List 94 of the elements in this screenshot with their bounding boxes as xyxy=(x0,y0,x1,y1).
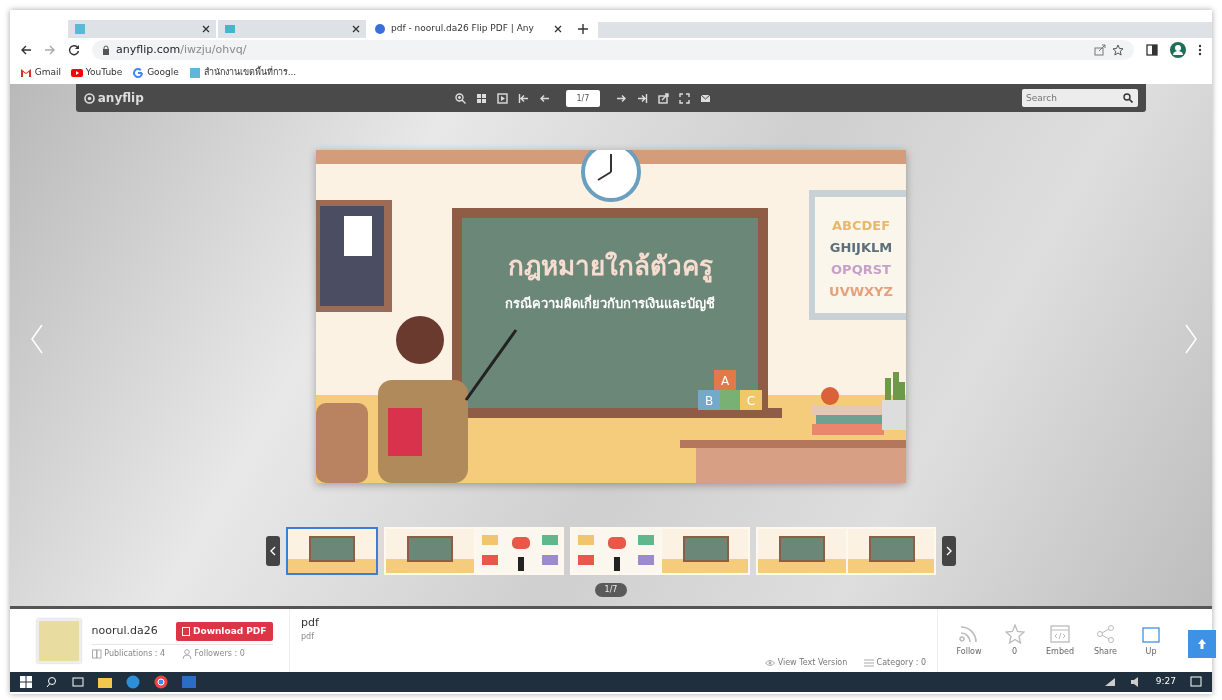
address-bar[interactable]: anyflip.com/iwzju/ohvq/ xyxy=(92,40,1134,60)
page-thumbnail[interactable] xyxy=(384,527,564,575)
share-icon xyxy=(1095,623,1116,644)
chevron-right-icon xyxy=(946,546,952,556)
site-icon xyxy=(188,67,201,79)
browser-icon[interactable] xyxy=(154,675,168,689)
publication-description: pdf xyxy=(301,631,316,643)
rss-icon xyxy=(959,623,979,644)
action-button[interactable]: Share xyxy=(1085,623,1126,658)
folder-icon[interactable] xyxy=(98,676,112,688)
search-icon[interactable] xyxy=(1123,93,1133,103)
code-window-icon xyxy=(1050,623,1070,644)
scroll-to-top-button[interactable] xyxy=(1188,630,1216,658)
close-icon[interactable] xyxy=(202,25,210,33)
followers-count: Followers : 0 xyxy=(194,647,245,660)
publications-count: Publications : 4 xyxy=(104,647,166,660)
site-icon xyxy=(74,23,86,35)
network-icon[interactable] xyxy=(1103,677,1116,687)
zoom-in-icon[interactable] xyxy=(454,92,466,104)
person-icon xyxy=(181,648,192,659)
close-icon[interactable] xyxy=(352,25,360,33)
site-icon xyxy=(224,23,236,35)
document-app-icon[interactable] xyxy=(182,675,196,689)
search-icon[interactable] xyxy=(46,676,58,688)
alphabet-row: GHIJKLM xyxy=(829,240,893,255)
bookmark-link[interactable]: YouTube xyxy=(71,66,123,80)
star-icon xyxy=(1004,623,1025,644)
task-view-icon[interactable] xyxy=(72,676,84,688)
first-page-icon[interactable] xyxy=(517,92,529,104)
menu-icon[interactable] xyxy=(1198,44,1202,56)
action-button[interactable]: Follow xyxy=(949,623,989,658)
page-thumbnail[interactable] xyxy=(570,527,750,575)
logo-icon xyxy=(84,92,95,104)
action-button[interactable]: Embed xyxy=(1040,623,1080,658)
windows-icon[interactable] xyxy=(20,676,32,688)
chevron-left-icon xyxy=(270,546,276,556)
next-button[interactable] xyxy=(942,536,956,566)
bookmark-link[interactable]: Google xyxy=(132,66,179,80)
search-field[interactable]: Search xyxy=(1022,89,1138,107)
profile-photo-placeholder xyxy=(36,618,81,663)
download-pdf-button[interactable]: Download PDF xyxy=(176,621,273,641)
list-icon xyxy=(863,659,874,668)
mail-icon xyxy=(20,67,32,79)
previous-icon[interactable] xyxy=(538,92,550,104)
bookmark-link[interactable]: สำนักงานเขตพื้นที่การ... xyxy=(188,66,297,80)
last-page-icon[interactable] xyxy=(636,92,648,104)
letter-g-icon xyxy=(132,67,145,79)
new-tab-icon[interactable] xyxy=(578,24,588,34)
pdf-file-icon xyxy=(182,626,191,636)
tab-title: pdf - noorul.da26 Flip PDF | Any xyxy=(391,22,535,36)
side-panel-icon[interactable] xyxy=(1146,44,1158,56)
slide-subtitle: กรณีความผิดเกี่ยวกับการเงินและบัญชี xyxy=(505,296,715,311)
bookmark-link[interactable]: Gmail xyxy=(20,66,61,80)
plant-drawing xyxy=(882,369,906,430)
publication-title: pdf xyxy=(301,614,320,631)
url-text: anyflip.com/iwzju/ohvq/ xyxy=(116,41,247,58)
next-icon[interactable] xyxy=(615,92,627,104)
site-icon xyxy=(374,23,386,35)
profile-icon[interactable] xyxy=(1170,42,1186,58)
notification-icon[interactable] xyxy=(1190,676,1202,688)
share-icon[interactable] xyxy=(657,92,669,104)
share-icon[interactable] xyxy=(1094,44,1106,56)
page-field[interactable]: 1/7 xyxy=(565,89,600,107)
category-label: Category : 0 xyxy=(876,657,926,670)
mail-icon[interactable] xyxy=(699,92,711,104)
back-icon[interactable] xyxy=(20,44,32,56)
page-indicator: 1/7 xyxy=(594,583,628,597)
page-thumbnail[interactable] xyxy=(756,527,936,575)
letter-blocks-drawing: A B C xyxy=(698,370,762,410)
action-button[interactable]: Up xyxy=(1131,623,1171,658)
view-text-version-link[interactable]: View Text Version xyxy=(777,657,848,670)
alphabet-row: UVWXYZ xyxy=(829,284,893,299)
logo-text: anyflip xyxy=(97,90,144,107)
clock-icon xyxy=(581,150,641,202)
author-name[interactable]: noorul.da26 xyxy=(91,623,158,640)
eye-icon xyxy=(764,659,775,668)
reload-icon[interactable] xyxy=(68,44,80,56)
close-icon[interactable] xyxy=(554,25,562,33)
book-icon xyxy=(91,648,102,659)
thumbnails-icon[interactable] xyxy=(475,92,487,104)
lock-icon xyxy=(102,45,110,55)
action-button[interactable]: 0 xyxy=(994,623,1035,658)
previous-button[interactable] xyxy=(266,536,280,566)
play-icon[interactable] xyxy=(496,92,508,104)
clock-time: 9:27 xyxy=(1155,675,1176,689)
books-drawing xyxy=(812,387,884,435)
star-icon[interactable] xyxy=(1112,44,1124,56)
page-thumbnail[interactable] xyxy=(286,527,378,575)
slide-title: กฎหมายใกล้ตัวครู xyxy=(507,251,713,281)
alphabet-row: ABCDEF xyxy=(831,218,891,233)
fullscreen-icon[interactable] xyxy=(678,92,690,104)
alphabet-row: OPQRST xyxy=(831,262,891,277)
arrow-up-icon xyxy=(1197,638,1207,650)
play-icon xyxy=(71,67,83,79)
